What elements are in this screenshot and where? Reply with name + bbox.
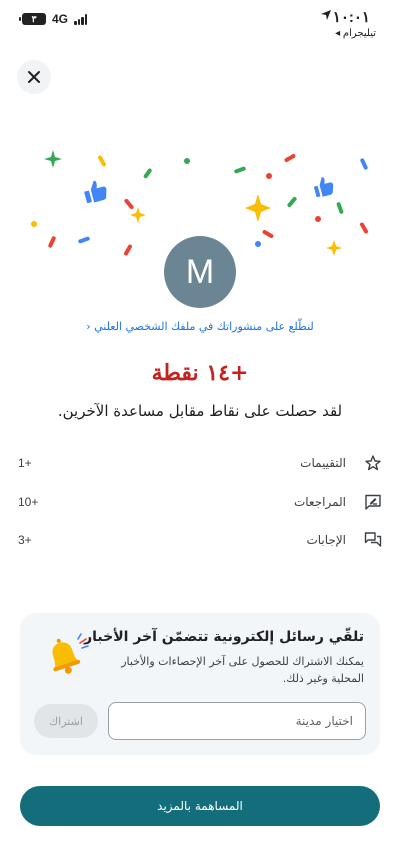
newsletter-card: تلقّي رسائل إلكترونية تتضمّن آخر الأخبار… [20,613,380,755]
public-profile-link[interactable]: لنطّلع على منشوراتك في ملفك الشخصي العلن… [20,320,380,333]
stat-value: 10+ [18,495,39,509]
subscribe-button[interactable]: اشتراك [34,704,98,738]
points-subtitle: لقد حصلت على نقاط مقابل مساعدة الآخرين. [57,402,343,420]
close-button[interactable] [17,60,51,94]
stat-label: المراجعات [293,495,346,509]
thumbs-up-icon [84,180,107,204]
points-headline: +١٤ نقطة [151,360,249,386]
stat-row-answers: 3+ الإجابات [18,528,382,552]
star-icon [365,455,381,471]
close-icon [28,71,40,83]
stat-label: الإجابات [306,533,346,547]
status-bar: ٣ 4G ١٠:٠١ ◂ تيليجرام [0,0,400,44]
location-arrow-icon [321,10,331,20]
signal-icon [74,13,88,25]
stat-value: 1+ [18,456,32,470]
battery-level: ٣ [31,13,37,24]
stat-label: التقييمات [300,456,346,470]
stat-value: 3+ [18,533,32,547]
avatar: M [164,236,236,308]
sparkle-icon [326,240,342,256]
back-to-app-link[interactable]: ◂ تيليجرام [335,28,376,39]
newsletter-title: تلقّي رسائل إلكترونية تتضمّن آخر الأخبار [84,629,364,645]
battery-icon: ٣ [19,13,46,25]
network-type: 4G [52,12,69,26]
review-icon [365,494,381,510]
city-select-input[interactable] [108,702,366,740]
sparkle-icon [245,194,271,222]
status-indicators: ٣ 4G [19,12,88,26]
answers-icon [364,532,382,547]
stat-row-ratings: 1+ التقييمات [18,451,382,475]
newsletter-body: يمكنك الاشتراك للحصول على آخر الإحصاءات … [121,655,364,685]
stat-row-reviews: 10+ المراجعات [18,490,382,514]
contribute-more-button[interactable]: المساهمة بالمزيد [20,786,380,826]
sparkle-icon [130,207,146,223]
sparkle-icon [44,150,62,168]
status-time: ١٠:٠١ [332,9,370,26]
thumbs-up-icon [314,177,334,198]
